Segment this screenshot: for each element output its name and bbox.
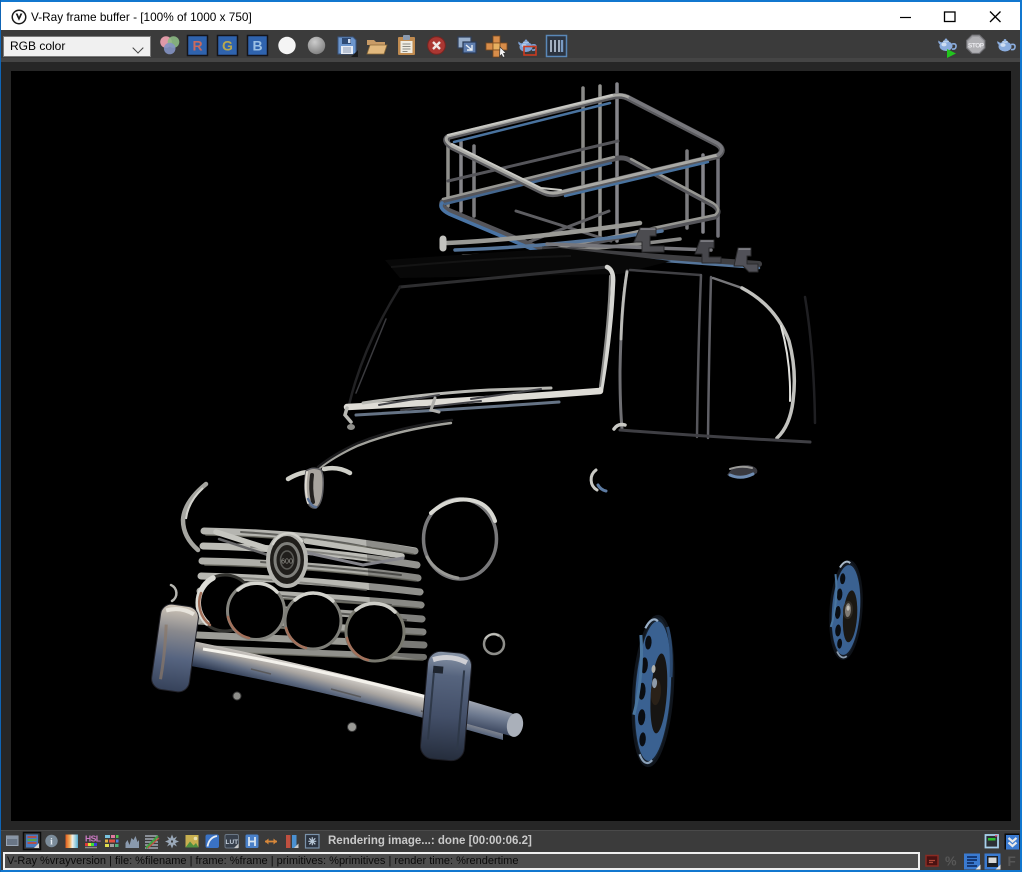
- svg-text:R: R: [192, 38, 202, 54]
- svg-text:G: G: [222, 38, 233, 54]
- svg-text:600: 600: [281, 559, 293, 566]
- svg-text:F: F: [1008, 854, 1016, 869]
- svg-text:i: i: [50, 837, 53, 847]
- svg-text:B: B: [252, 38, 262, 54]
- svg-text:HSL: HSL: [85, 834, 101, 844]
- svg-text:STOP: STOP: [968, 43, 985, 50]
- svg-text:LUT: LUT: [225, 839, 238, 846]
- svg-text:%: %: [945, 854, 957, 869]
